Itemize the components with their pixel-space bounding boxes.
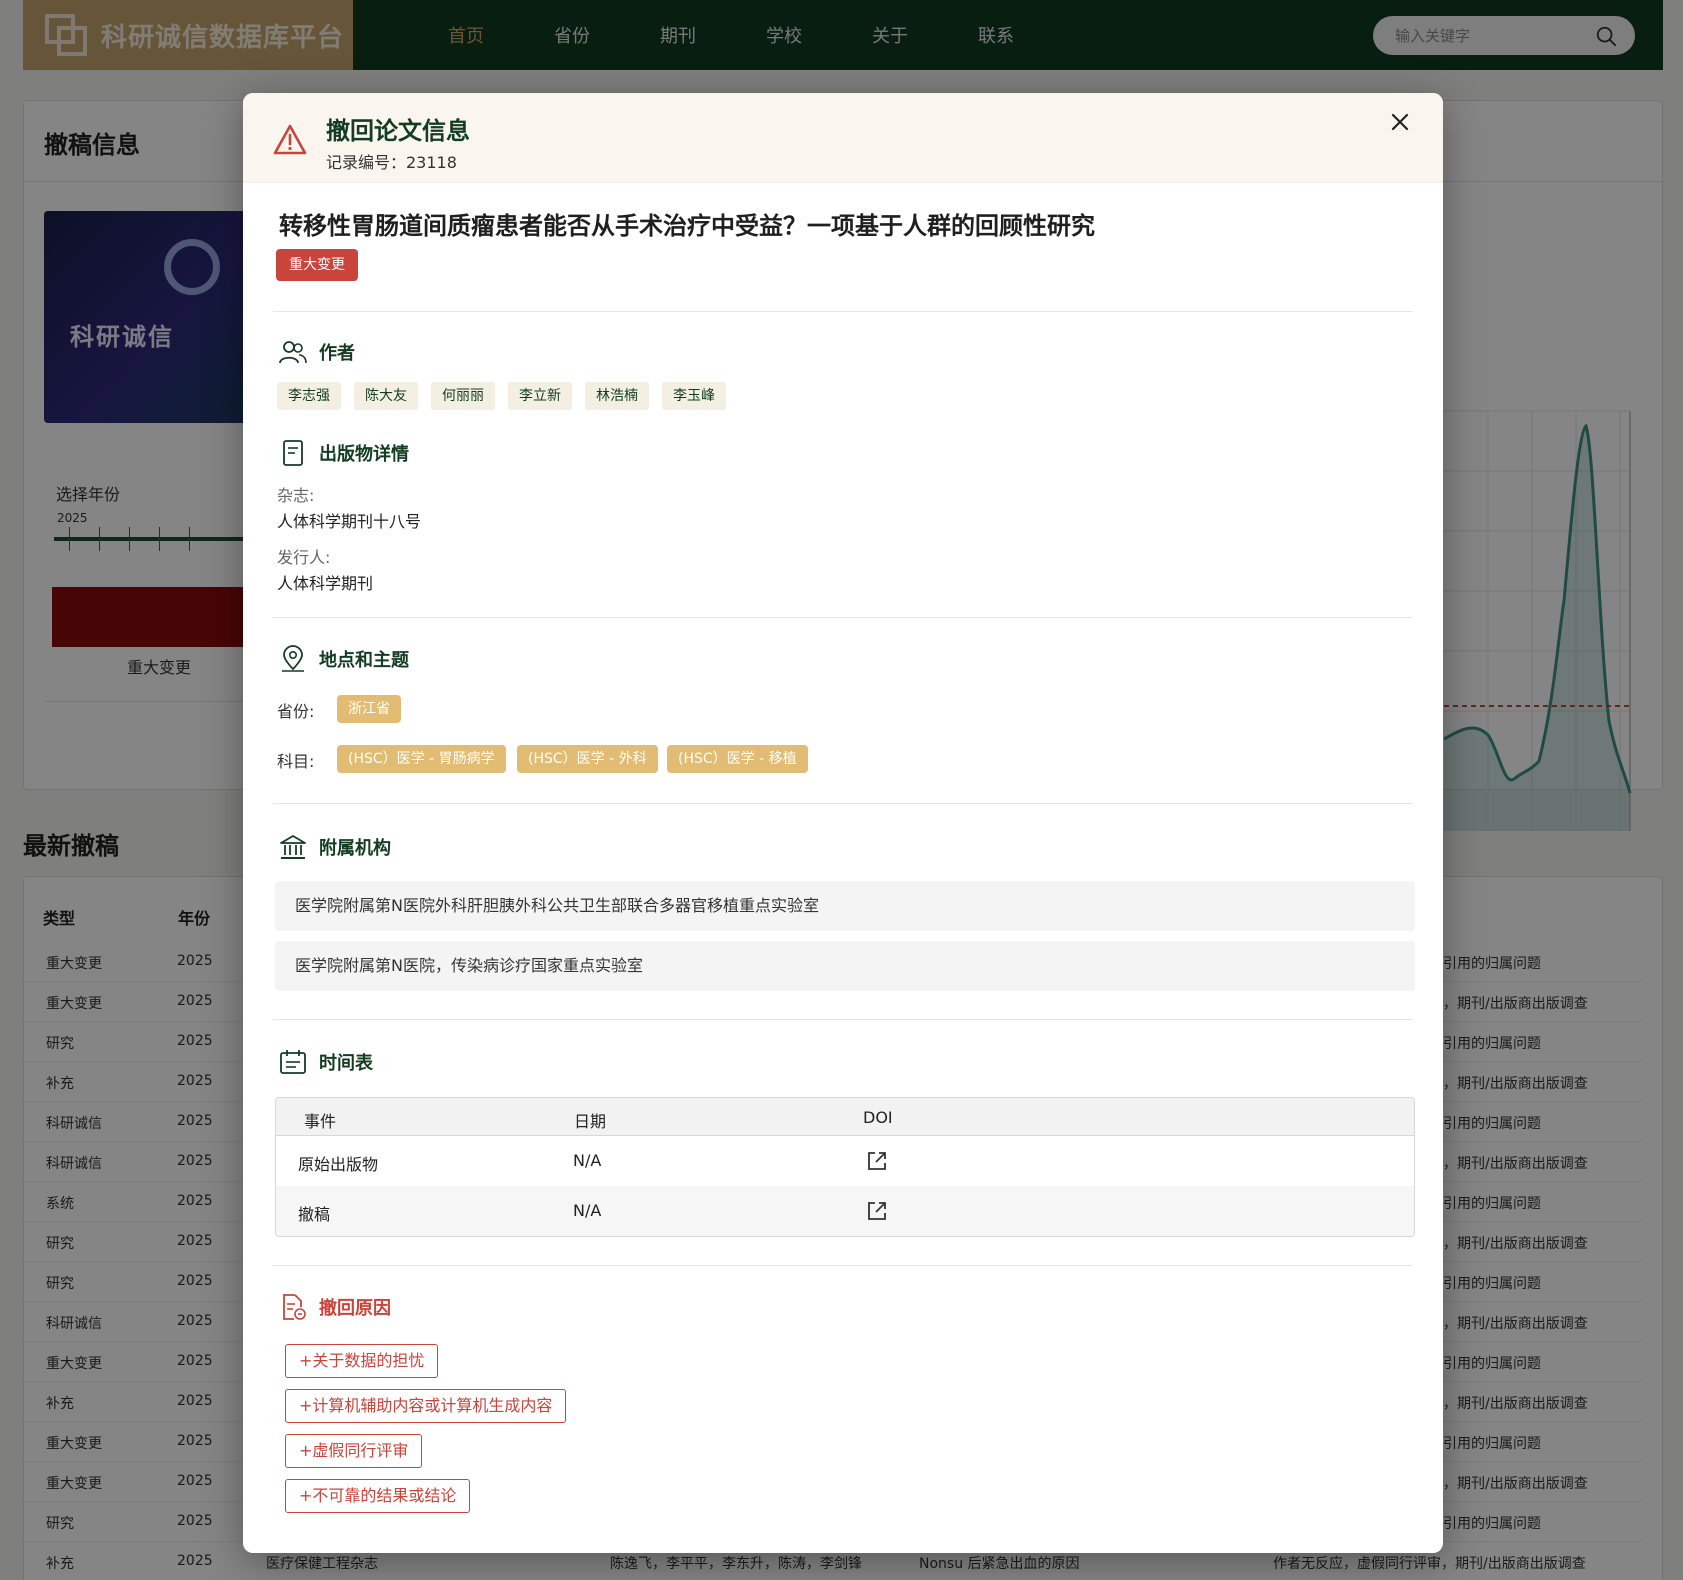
retraction-type-badge: 重大变更 — [276, 249, 358, 281]
publisher-value: 人体科学期刊 — [277, 574, 374, 593]
timeline-event: 撤稿 — [298, 1205, 331, 1224]
section-label: 地点和主题 — [319, 650, 409, 671]
timeline-header-date: 日期 — [574, 1112, 607, 1131]
province-label: 省份: — [277, 702, 315, 721]
section-label: 附属机构 — [319, 838, 391, 859]
publisher-label: 发行人: — [277, 548, 331, 567]
author-chip[interactable]: 陈大友 — [354, 382, 418, 410]
author-chip[interactable]: 李玉峰 — [662, 382, 726, 410]
timeline-row: 撤稿 N/A — [276, 1186, 1414, 1236]
divider — [273, 1265, 1413, 1266]
reason-tag[interactable]: +不可靠的结果或结论 — [285, 1479, 471, 1513]
calendar-icon — [280, 1050, 306, 1074]
reason-tag[interactable]: +计算机辅助内容或计算机生成内容 — [285, 1389, 567, 1423]
institution-item: 医学院附属第N医院外科肝胆胰外科公共卫生部联合多器官移植重点实验室 — [275, 881, 1415, 931]
document-icon — [283, 440, 303, 466]
institution-icon — [280, 835, 306, 859]
document-alert-icon — [283, 1294, 306, 1320]
external-link-icon[interactable] — [866, 1150, 888, 1172]
subject-tag[interactable]: (HSC）医学 - 胃肠病学 — [337, 745, 506, 773]
reason-tag[interactable]: +虚假同行评审 — [285, 1434, 423, 1468]
section-label: 作者 — [319, 343, 355, 364]
retraction-detail-modal: 撤回论文信息 记录编号：23118 转移性胃肠道间质瘤患者能否从手术治疗中受益？… — [243, 93, 1443, 1553]
divider — [273, 311, 1413, 312]
timeline-event: 原始出版物 — [298, 1155, 379, 1174]
author-chip[interactable]: 李志强 — [277, 382, 341, 410]
journal-value: 人体科学期刊十八号 — [277, 512, 422, 531]
modal-title: 撤回论文信息 — [326, 117, 470, 145]
author-chip[interactable]: 何丽丽 — [431, 382, 495, 410]
reasons-section-title: 撤回原因 — [279, 1293, 391, 1321]
timeline-header-row: 事件 日期 DOI — [276, 1098, 1414, 1136]
timeline-row: 原始出版物 N/A — [276, 1136, 1414, 1186]
author-chip[interactable]: 李立新 — [508, 382, 572, 410]
timeline-header-doi: DOI — [863, 1108, 893, 1127]
section-label: 撤回原因 — [319, 1298, 391, 1319]
divider — [273, 1019, 1413, 1020]
authors-section-title: 作者 — [279, 339, 355, 365]
warning-icon — [273, 124, 307, 155]
close-icon[interactable] — [1387, 109, 1413, 135]
timeline-header-event: 事件 — [304, 1112, 337, 1131]
subject-tag[interactable]: (HSC）医学 - 移植 — [667, 745, 808, 773]
author-list: 李志强 陈大友 何丽丽 李立新 林浩楠 李玉峰 — [277, 382, 739, 410]
journal-label: 杂志: — [277, 486, 315, 505]
institutions-section-title: 附属机构 — [279, 833, 391, 861]
section-label: 出版物详情 — [319, 444, 409, 465]
institution-item: 医学院附属第N医院，传染病诊疗国家重点实验室 — [275, 941, 1415, 991]
divider — [273, 803, 1413, 804]
place-topic-section-title: 地点和主题 — [279, 645, 409, 673]
location-icon — [282, 645, 304, 672]
reason-tag[interactable]: +关于数据的担忧 — [285, 1344, 439, 1378]
timeline-date: N/A — [573, 1151, 602, 1170]
divider — [273, 617, 1413, 618]
publication-section-title: 出版物详情 — [279, 439, 409, 467]
record-number: 记录编号：23118 — [326, 153, 457, 172]
timeline-section-title: 时间表 — [279, 1048, 373, 1076]
users-icon — [279, 341, 307, 364]
subject-label: 科目: — [277, 752, 315, 771]
paper-title: 转移性胃肠道间质瘤患者能否从手术治疗中受益？一项基于人群的回顾性研究 — [279, 212, 1095, 240]
section-label: 时间表 — [319, 1053, 373, 1074]
province-tag[interactable]: 浙江省 — [337, 695, 401, 723]
external-link-icon[interactable] — [866, 1200, 888, 1222]
author-chip[interactable]: 林浩楠 — [585, 382, 649, 410]
timeline-table: 事件 日期 DOI 原始出版物 N/A 撤稿 N/A — [275, 1097, 1415, 1237]
modal-header: 撤回论文信息 记录编号：23118 — [243, 93, 1443, 183]
subject-tag[interactable]: (HSC）医学 - 外科 — [517, 745, 658, 773]
timeline-date: N/A — [573, 1201, 602, 1220]
